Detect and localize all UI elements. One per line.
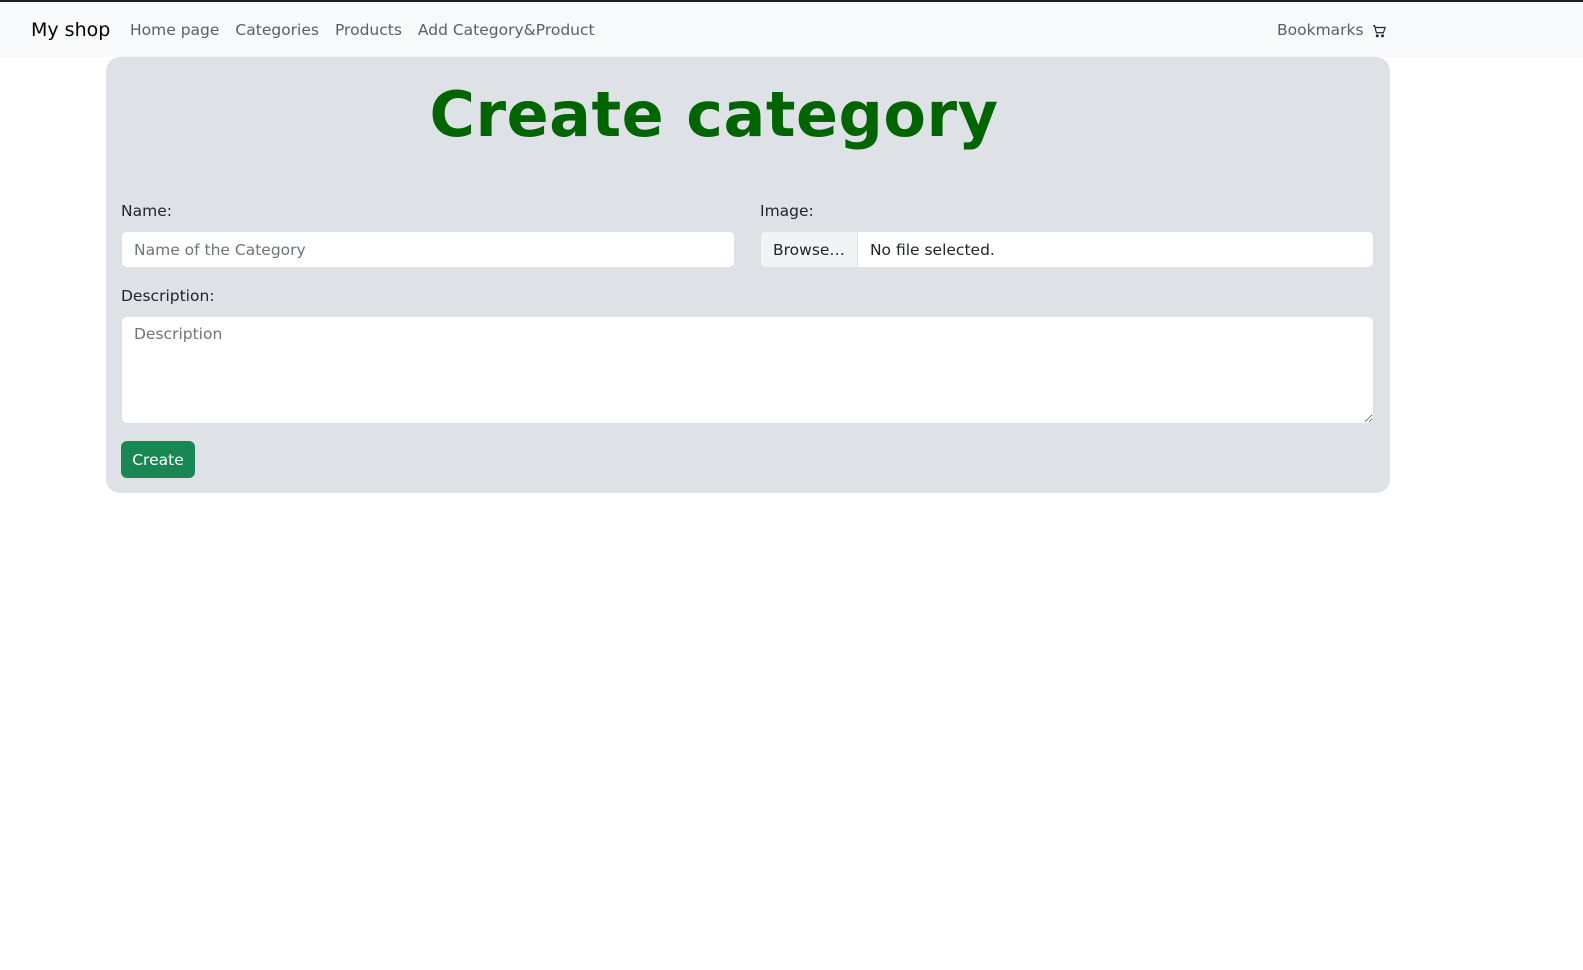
nav-link-bookmarks[interactable]: Bookmarks xyxy=(1277,20,1364,40)
nav-links: Home page Categories Products Add Catego… xyxy=(130,20,611,40)
cart-icon[interactable] xyxy=(1372,23,1386,38)
create-category-card: Create category Name: Image: Browse… No … xyxy=(106,57,1390,493)
nav-link-add-category-product[interactable]: Add Category&Product xyxy=(418,20,595,40)
page-title: Create category xyxy=(429,78,999,151)
nav-link-products[interactable]: Products xyxy=(335,20,402,40)
name-input[interactable] xyxy=(121,231,735,268)
nav-right: Bookmarks xyxy=(1277,20,1386,40)
create-button[interactable]: Create xyxy=(121,441,195,478)
file-status: No file selected. xyxy=(869,240,995,259)
image-file-input[interactable]: Browse… No file selected. xyxy=(760,231,1374,268)
browse-button[interactable]: Browse… xyxy=(761,232,858,267)
image-label: Image: xyxy=(760,202,814,220)
nav-link-categories[interactable]: Categories xyxy=(235,20,319,40)
description-label: Description: xyxy=(121,287,215,305)
name-label: Name: xyxy=(121,202,172,220)
brand-link[interactable]: My shop xyxy=(31,18,110,42)
description-textarea[interactable] xyxy=(121,316,1374,424)
nav-link-home[interactable]: Home page xyxy=(130,20,219,40)
navbar: My shop Home page Categories Products Ad… xyxy=(0,2,1583,57)
